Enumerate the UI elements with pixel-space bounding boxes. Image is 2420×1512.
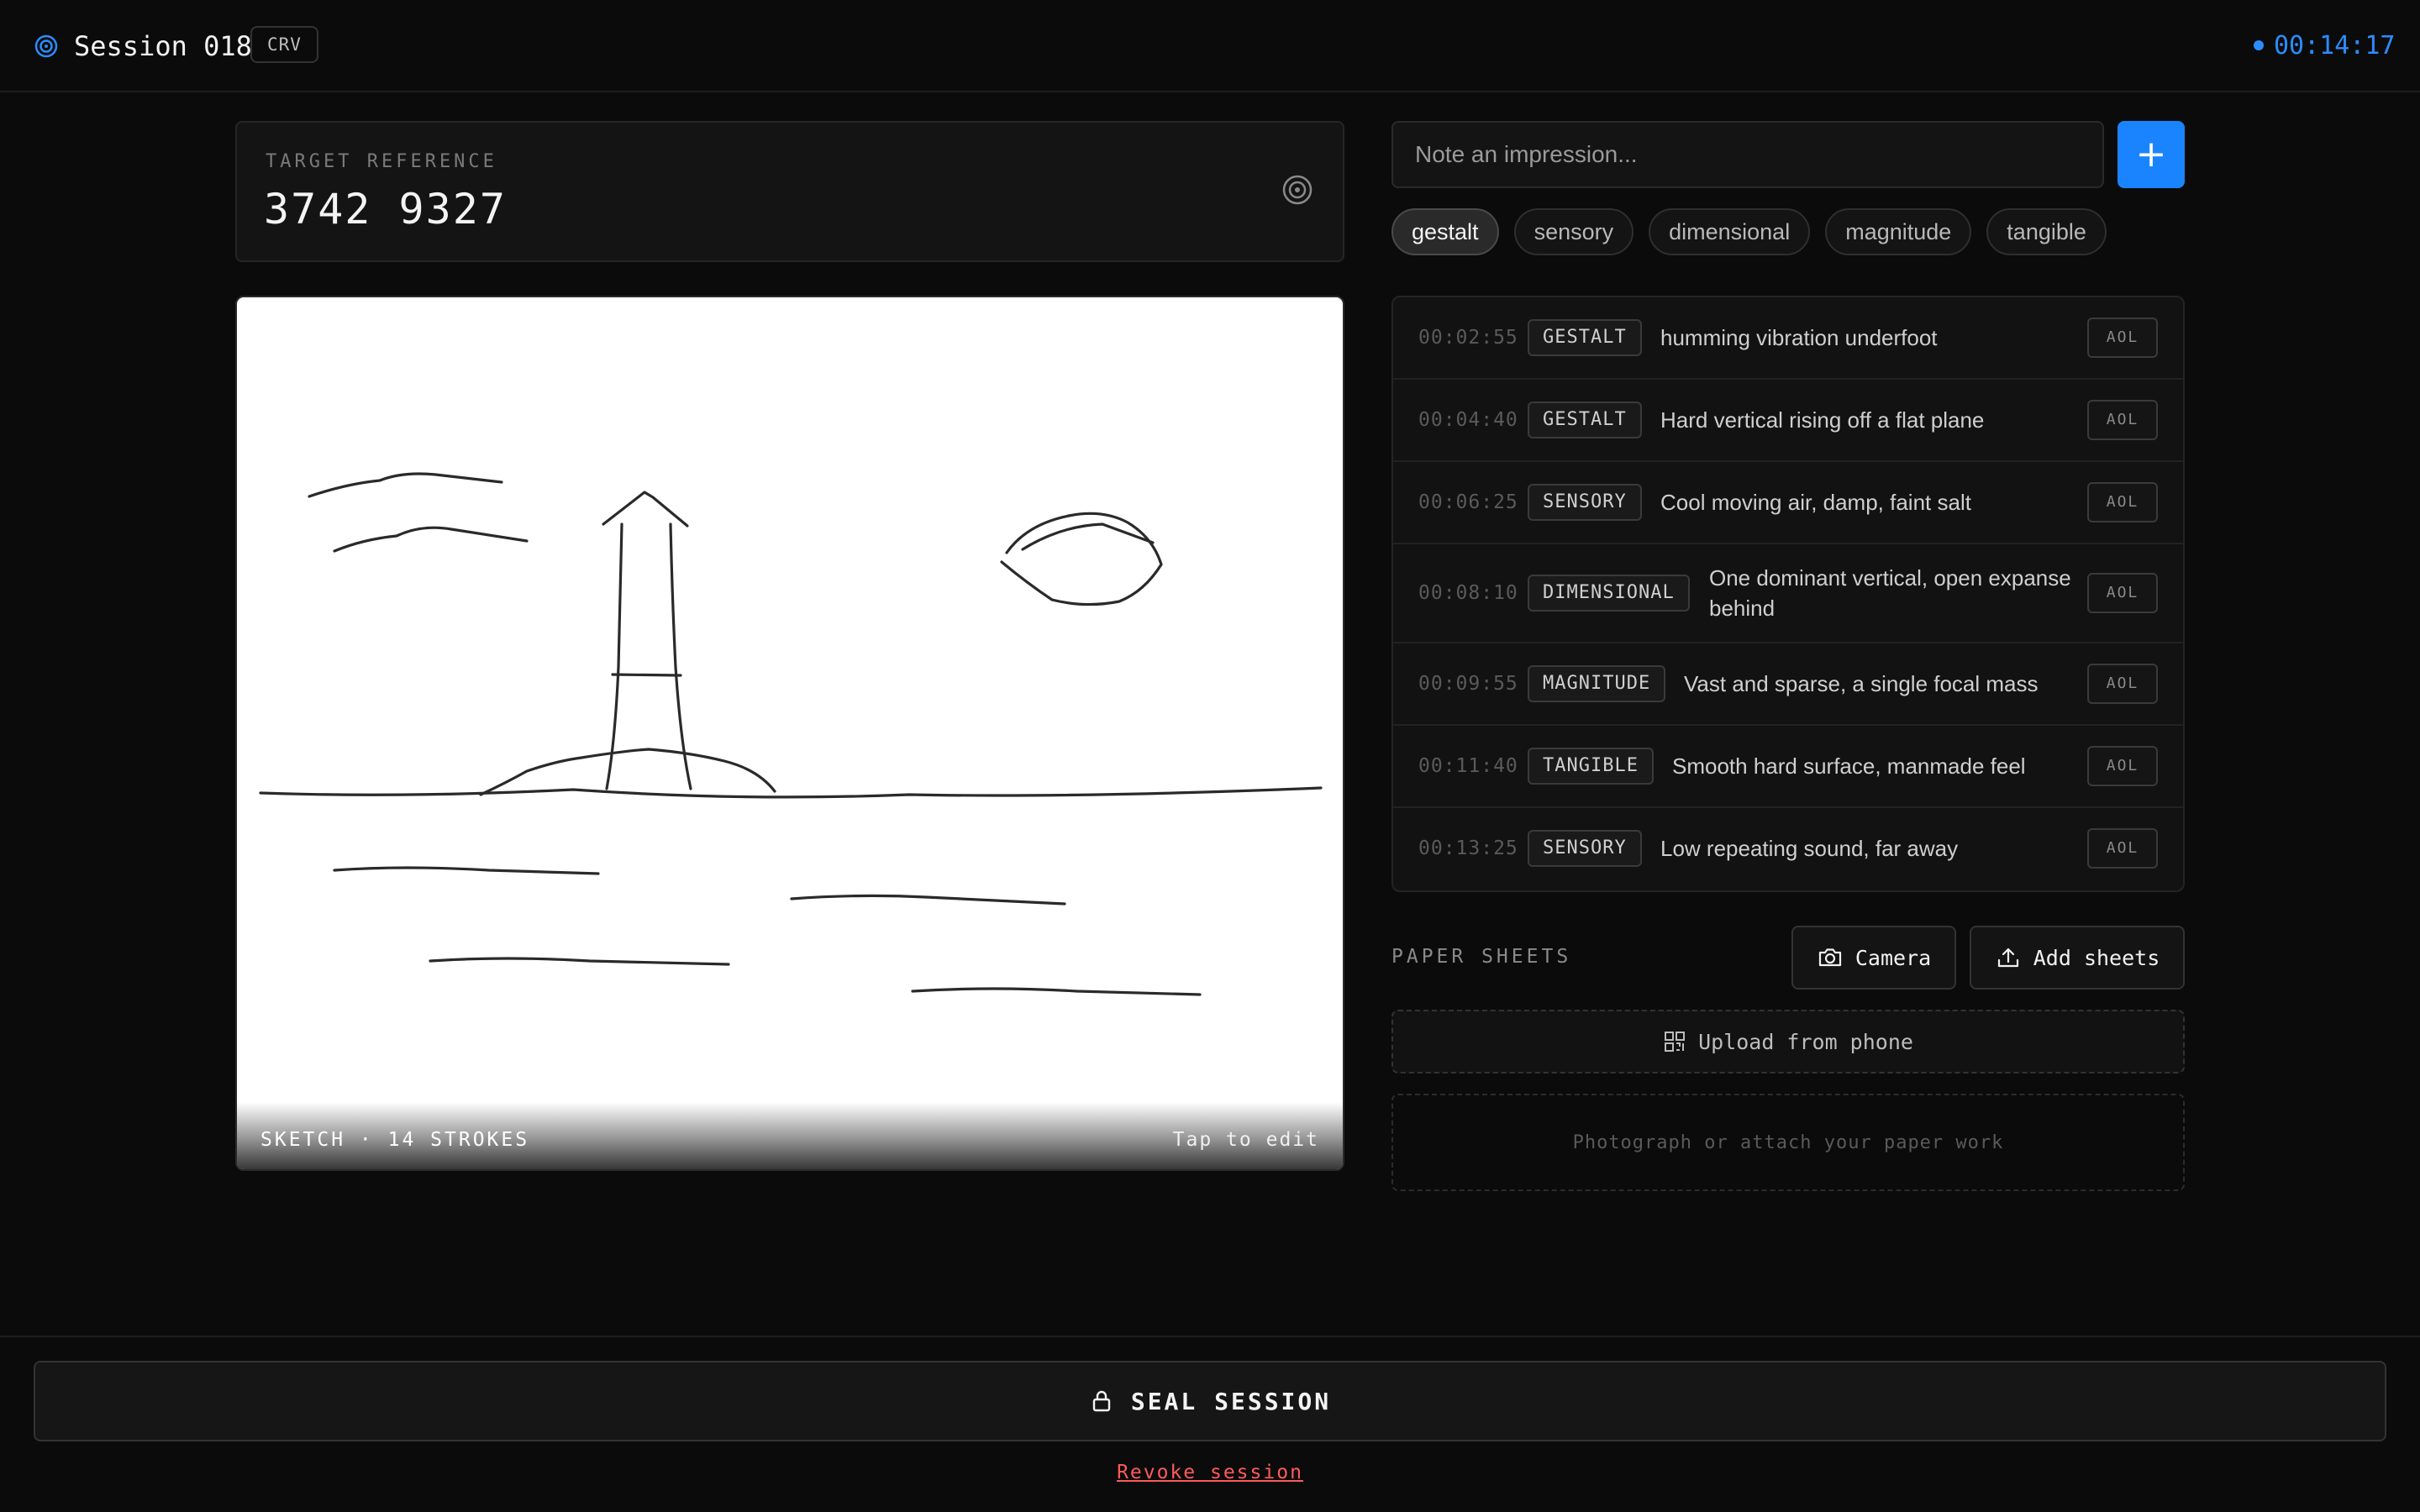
recording-dot-icon: [2254, 40, 2264, 50]
category-chips: gestalt sensory dimensional magnitude ta…: [1392, 208, 2107, 255]
add-impression-button[interactable]: +: [2118, 121, 2185, 188]
aol-button[interactable]: AOL: [2087, 746, 2158, 786]
log-text: Low repeating sound, far away: [1660, 836, 1959, 861]
log-tag: SENSORY: [1528, 484, 1642, 521]
target-reference-value: 3742 9327: [264, 185, 507, 234]
log-time: 00:04:40: [1418, 409, 1518, 431]
log-tag: TANGIBLE: [1528, 748, 1654, 785]
log-row: 00:02:55 GESTALT humming vibration under…: [1393, 297, 2183, 380]
target-reference-label: TARGET REFERENCE: [266, 151, 497, 172]
paper-dropzone[interactable]: Photograph or attach your paper work: [1392, 1094, 2185, 1191]
log-tag: SENSORY: [1528, 830, 1642, 867]
impression-log: 00:02:55 GESTALT humming vibration under…: [1392, 296, 2185, 892]
aol-button[interactable]: AOL: [2087, 400, 2158, 440]
sketch-stroke: [790, 894, 1066, 906]
chip-magnitude[interactable]: magnitude: [1825, 208, 1972, 255]
log-text: Smooth hard surface, manmade feel: [1672, 753, 2026, 779]
log-time: 00:09:55: [1418, 673, 1518, 695]
paper-sheets-label: PAPER SHEETS: [1392, 946, 1572, 968]
aol-button[interactable]: AOL: [2087, 828, 2158, 869]
session-timer: 00:14:17: [2274, 31, 2396, 60]
log-row: 00:06:25 SENSORY Cool moving air, damp, …: [1393, 462, 2183, 544]
log-time: 00:11:40: [1418, 755, 1518, 777]
log-row: 00:09:55 MAGNITUDE Vast and sparse, a si…: [1393, 643, 2183, 726]
sketch-stroke: [1021, 522, 1155, 551]
log-tag: GESTALT: [1528, 402, 1642, 438]
camera-button-label: Camera: [1854, 945, 1932, 970]
sketch-stroke: [308, 472, 503, 498]
target-icon: [1282, 175, 1313, 205]
qr-code-icon: [1665, 1032, 1686, 1052]
log-tag: GESTALT: [1528, 319, 1642, 356]
sketch-stroke: [259, 786, 1323, 799]
target-reference-card: TARGET REFERENCE 3742 9327: [235, 121, 1344, 262]
log-tag: MAGNITUDE: [1528, 665, 1666, 702]
session-title: Session 018: [74, 30, 252, 62]
aol-button[interactable]: AOL: [2087, 318, 2158, 358]
plus-icon: +: [2135, 133, 2167, 176]
seal-session-button[interactable]: SEAL SESSION: [34, 1361, 2386, 1441]
log-text: humming vibration underfoot: [1660, 325, 1938, 350]
add-sheets-button[interactable]: Add sheets: [1970, 926, 2185, 990]
sketch-stroke: [605, 522, 623, 790]
footer-divider: [0, 1336, 2420, 1337]
sketch-drawing: [259, 472, 1323, 996]
log-time: 00:08:10: [1418, 582, 1518, 604]
lock-icon: [1092, 1390, 1111, 1412]
upload-from-phone-label: Upload from phone: [1698, 1029, 1913, 1054]
upload-icon: [1997, 948, 2018, 968]
sketch-stroke: [479, 748, 776, 796]
method-badge: CRV: [250, 26, 318, 63]
revoke-session-link[interactable]: Revoke session: [0, 1462, 2420, 1483]
impression-input[interactable]: [1392, 121, 2104, 188]
sketch-stroke: [333, 866, 600, 875]
log-text: Cool moving air, damp, faint salt: [1660, 490, 1971, 515]
chip-sensory[interactable]: sensory: [1513, 208, 1634, 255]
sketch-stroke: [429, 957, 730, 966]
sketch-stroke: [911, 987, 1202, 996]
log-text: Vast and sparse, a single focal mass: [1684, 671, 2039, 696]
camera-button[interactable]: Camera: [1791, 926, 1956, 990]
log-time: 00:06:25: [1418, 491, 1518, 513]
log-time: 00:13:25: [1418, 837, 1518, 859]
log-time: 00:02:55: [1418, 327, 1518, 349]
session-header: Session 018 CRV 00:14:17: [0, 0, 2420, 92]
sketch-stroke: [669, 522, 692, 790]
chip-tangible[interactable]: tangible: [1986, 208, 2107, 255]
log-text: Hard vertical rising off a flat plane: [1660, 407, 1985, 433]
sketch-stroke-count: SKETCH · 14 STROKES: [260, 1129, 530, 1151]
upload-from-phone-button[interactable]: Upload from phone: [1392, 1010, 2185, 1074]
aol-button[interactable]: AOL: [2087, 573, 2158, 613]
log-row: 00:13:25 SENSORY Low repeating sound, fa…: [1393, 808, 2183, 890]
camera-icon: [1818, 948, 1841, 967]
target-icon: [34, 34, 58, 58]
sketch-canvas[interactable]: SKETCH · 14 STROKES Tap to edit: [235, 296, 1344, 1171]
sketch-stroke: [602, 491, 689, 528]
sketch-edit-link[interactable]: Tap to edit: [1173, 1129, 1319, 1151]
log-row: 00:08:10 DIMENSIONAL One dominant vertic…: [1393, 544, 2183, 643]
log-row: 00:11:40 TANGIBLE Smooth hard surface, m…: [1393, 726, 2183, 808]
log-tag: DIMENSIONAL: [1528, 575, 1690, 612]
aol-button[interactable]: AOL: [2087, 664, 2158, 704]
add-sheets-label: Add sheets: [2033, 945, 2160, 970]
chip-gestalt[interactable]: gestalt: [1392, 208, 1499, 255]
log-row: 00:04:40 GESTALT Hard vertical rising of…: [1393, 380, 2183, 462]
log-text: One dominant vertical, open expanse behi…: [1709, 565, 2071, 621]
sketch-footer: SKETCH · 14 STROKES Tap to edit: [237, 1102, 1343, 1169]
chip-dimensional[interactable]: dimensional: [1649, 208, 1811, 255]
seal-session-label: SEAL SESSION: [1130, 1387, 1332, 1415]
aol-button[interactable]: AOL: [2087, 482, 2158, 522]
sketch-stroke: [333, 526, 529, 553]
